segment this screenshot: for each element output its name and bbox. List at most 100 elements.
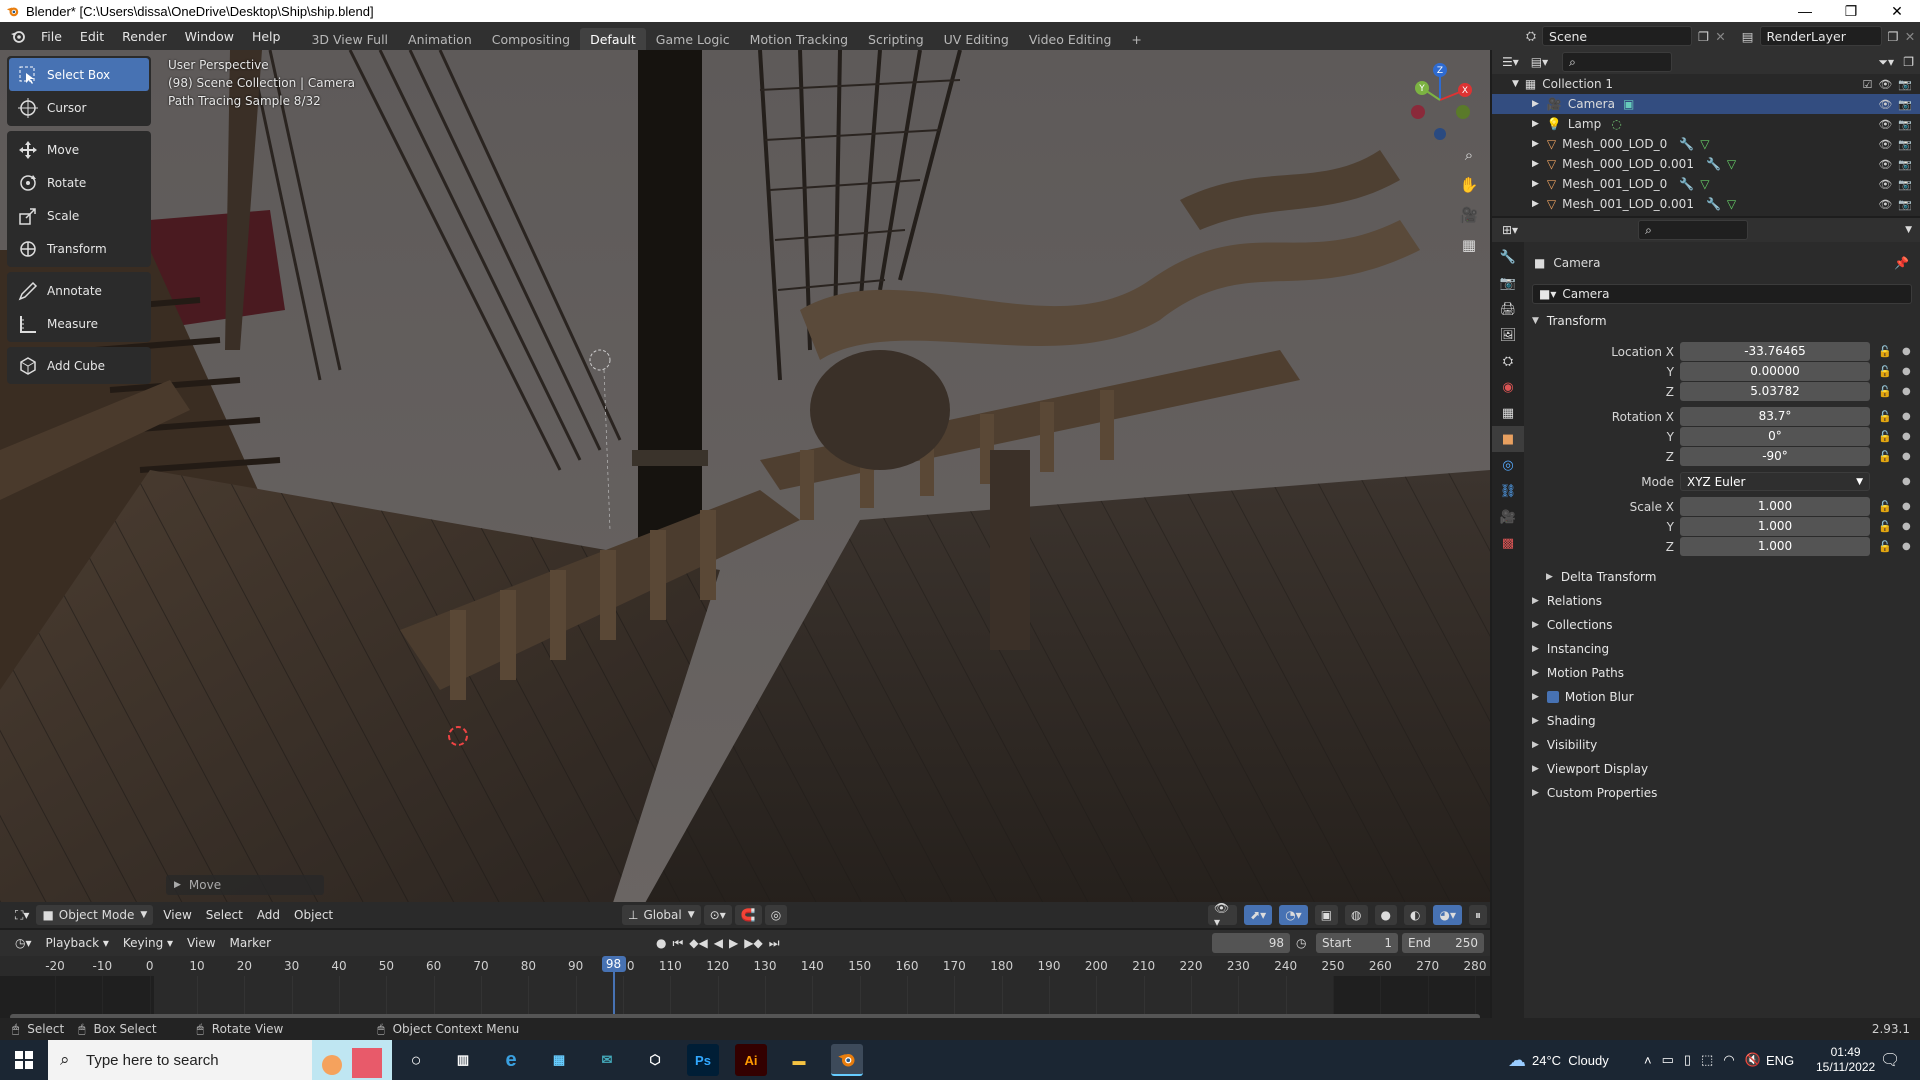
object-icon[interactable]: ■ — [1492, 426, 1524, 452]
texture-icon[interactable]: ▩ — [1492, 530, 1524, 556]
ortho-grid-icon[interactable]: ▦ — [1456, 232, 1482, 258]
lock-icon[interactable]: 🔓 — [1878, 540, 1892, 553]
keyframe-dot-icon[interactable]: ● — [1902, 366, 1911, 377]
outliner-item-camera[interactable]: ▶ 🎥 Camera ▣ 👁 📷 — [1492, 94, 1920, 114]
keyframe-dot-icon[interactable]: ● — [1902, 476, 1911, 487]
rotation-mode-dropdown[interactable]: XYZ Euler ▼ — [1680, 472, 1870, 491]
tab-game-logic[interactable]: Game Logic — [646, 28, 740, 50]
scene-selector[interactable]: Scene — [1542, 26, 1693, 46]
scene-icon[interactable]: ⛭ — [1492, 348, 1524, 374]
pan-hand-icon[interactable]: ✋ — [1456, 172, 1482, 198]
show-hidden-icons-icon[interactable]: ˄ — [1644, 1053, 1652, 1068]
tab-animation[interactable]: Animation — [398, 28, 482, 50]
minimize-button[interactable]: — — [1782, 0, 1828, 22]
location-z-field[interactable]: 5.03782 — [1680, 382, 1870, 401]
menu-playback[interactable]: Playback ▾ — [39, 932, 116, 954]
navigation-gizmo[interactable]: Z X Y — [1400, 60, 1480, 140]
timeline-editor-icon[interactable]: ◷▾ — [8, 932, 39, 954]
language-indicator[interactable]: ENG — [1766, 1040, 1794, 1080]
camera-render-icon[interactable]: 📷 — [1898, 78, 1912, 91]
snap-toggle-icon[interactable]: 🧲 — [734, 905, 762, 925]
task-view-icon[interactable]: ▥ — [447, 1044, 479, 1076]
physics-icon[interactable]: ◎ — [1492, 452, 1524, 478]
keyframe-dot-icon[interactable]: ● — [1902, 386, 1911, 397]
blender-taskbar-icon[interactable] — [831, 1044, 863, 1076]
pause-render-icon[interactable]: ⏸ — [1468, 905, 1487, 925]
keyframe-dot-icon[interactable]: ● — [1902, 541, 1911, 552]
tab-uv-editing[interactable]: UV Editing — [934, 28, 1019, 50]
new-scene-icon[interactable]: ❐ — [1698, 29, 1709, 44]
speaker-muted-icon[interactable]: 🔇 — [1745, 1052, 1761, 1068]
instancing-panel-header[interactable]: ▶ Instancing — [1524, 638, 1920, 660]
overlay-toggle-icon[interactable]: ◔▾ — [1279, 905, 1308, 925]
transform-orientation-selector[interactable]: ⊥ Global ▼ — [622, 905, 701, 925]
keyframe-dot-icon[interactable]: ● — [1902, 501, 1911, 512]
store-icon[interactable]: ▦ — [543, 1044, 575, 1076]
current-frame-field[interactable]: 98 — [1212, 933, 1290, 953]
object-data-icon[interactable]: 🎥 — [1492, 504, 1524, 530]
tool-select-box[interactable]: Select Box — [9, 58, 149, 91]
world-icon[interactable]: ◉ — [1492, 374, 1524, 400]
outliner-item-mesh[interactable]: ▶ ▽ Mesh_001_LOD_0.001 🔧 ▽ 👁 📷 — [1492, 194, 1920, 214]
viewport-display-panel-header[interactable]: ▶ Viewport Display — [1524, 758, 1920, 780]
keyframe-dot-icon[interactable]: ● — [1902, 411, 1911, 422]
play-icon[interactable]: ▶ — [729, 936, 738, 950]
xray-toggle-icon[interactable]: ▣ — [1314, 905, 1339, 925]
new-collection-icon[interactable]: ❐ — [1903, 55, 1914, 69]
menu-window[interactable]: Window — [176, 22, 243, 50]
battery-icon[interactable]: ▯ — [1684, 1052, 1691, 1068]
outliner-collection-row[interactable]: ▼ ▦ Collection 1 ☑ 👁 📷 — [1492, 74, 1920, 94]
eye-icon[interactable]: 👁 — [1878, 138, 1892, 151]
eye-icon[interactable]: 👁 — [1878, 78, 1892, 91]
rotation-y-field[interactable]: 0° — [1680, 427, 1870, 446]
eye-icon[interactable]: 👁 — [1878, 198, 1892, 211]
zoom-icon[interactable]: ⌕ — [1456, 142, 1482, 168]
play-reverse-icon[interactable]: ◀ — [714, 936, 723, 950]
lock-icon[interactable]: 🔓 — [1878, 500, 1892, 513]
render-layer-selector[interactable]: RenderLayer — [1759, 26, 1882, 46]
lock-icon[interactable]: 🔓 — [1878, 365, 1892, 378]
pivot-point-selector[interactable]: ⊙▾ — [703, 905, 732, 925]
eye-icon[interactable]: 👁 — [1878, 118, 1892, 131]
render-icon[interactable]: 📷 — [1492, 270, 1524, 296]
menu-marker[interactable]: Marker — [223, 932, 278, 954]
outliner-item-mesh[interactable]: ▶ ▽ Mesh_001_LOD_0 🔧 ▽ 👁 📷 — [1492, 174, 1920, 194]
keyframe-dot-icon[interactable]: ● — [1902, 346, 1911, 357]
dropbox-icon[interactable]: ⬚ — [1701, 1052, 1713, 1068]
motion-blur-checkbox[interactable] — [1546, 691, 1559, 703]
remove-scene-icon[interactable]: ✕ — [1715, 29, 1725, 44]
camera-render-icon[interactable]: 📷 — [1898, 118, 1912, 131]
camera-render-icon[interactable]: 📷 — [1898, 158, 1912, 171]
location-x-field[interactable]: -33.76465 — [1680, 342, 1870, 361]
visibility-panel-header[interactable]: ▶ Visibility — [1524, 734, 1920, 756]
tool-settings-icon[interactable]: 🔧 — [1492, 244, 1524, 270]
tool-rotate[interactable]: Rotate — [9, 166, 149, 199]
location-y-field[interactable]: 0.00000 — [1680, 362, 1870, 381]
keyframe-dot-icon[interactable]: ● — [1902, 451, 1911, 462]
eye-icon[interactable]: 👁 — [1878, 98, 1892, 111]
next-keyframe-icon[interactable]: ▶◆ — [744, 936, 762, 950]
motion-blur-panel-header[interactable]: ▶ Motion Blur — [1524, 686, 1920, 708]
menu-help[interactable]: Help — [243, 22, 290, 50]
lock-icon[interactable]: 🔓 — [1878, 450, 1892, 463]
proportional-editing-icon[interactable]: ◎ — [764, 905, 788, 925]
tool-cursor[interactable]: Cursor — [9, 91, 149, 124]
relations-panel-header[interactable]: ▶ Relations — [1524, 590, 1920, 612]
expand-arrow-icon[interactable]: ▶ — [1532, 99, 1539, 109]
collection-icon[interactable]: ▦ — [1492, 400, 1524, 426]
output-icon[interactable]: 🖨 — [1492, 296, 1524, 322]
view-layer-icon[interactable]: 🖼 — [1492, 322, 1524, 348]
chevron-down-icon[interactable]: ▼ — [1905, 225, 1912, 235]
wifi-icon[interactable]: ◠ — [1723, 1052, 1734, 1068]
edge-browser-icon[interactable]: e — [495, 1044, 527, 1076]
rotation-x-field[interactable]: 83.7° — [1680, 407, 1870, 426]
menu-render[interactable]: Render — [113, 22, 176, 50]
maximize-button[interactable]: ❐ — [1828, 0, 1874, 22]
constraints-icon[interactable]: ⛓ — [1492, 478, 1524, 504]
delta-transform-panel-header[interactable]: ▶ Delta Transform — [1524, 566, 1920, 588]
weather-widget[interactable]: ☁ 24°C Cloudy — [1508, 1040, 1609, 1080]
new-layer-icon[interactable]: ❐ — [1888, 29, 1899, 44]
lock-icon[interactable]: 🔓 — [1878, 520, 1892, 533]
camera-view-icon[interactable]: 🎥 — [1456, 202, 1482, 228]
expand-arrow-icon[interactable]: ▶ — [1532, 179, 1539, 189]
